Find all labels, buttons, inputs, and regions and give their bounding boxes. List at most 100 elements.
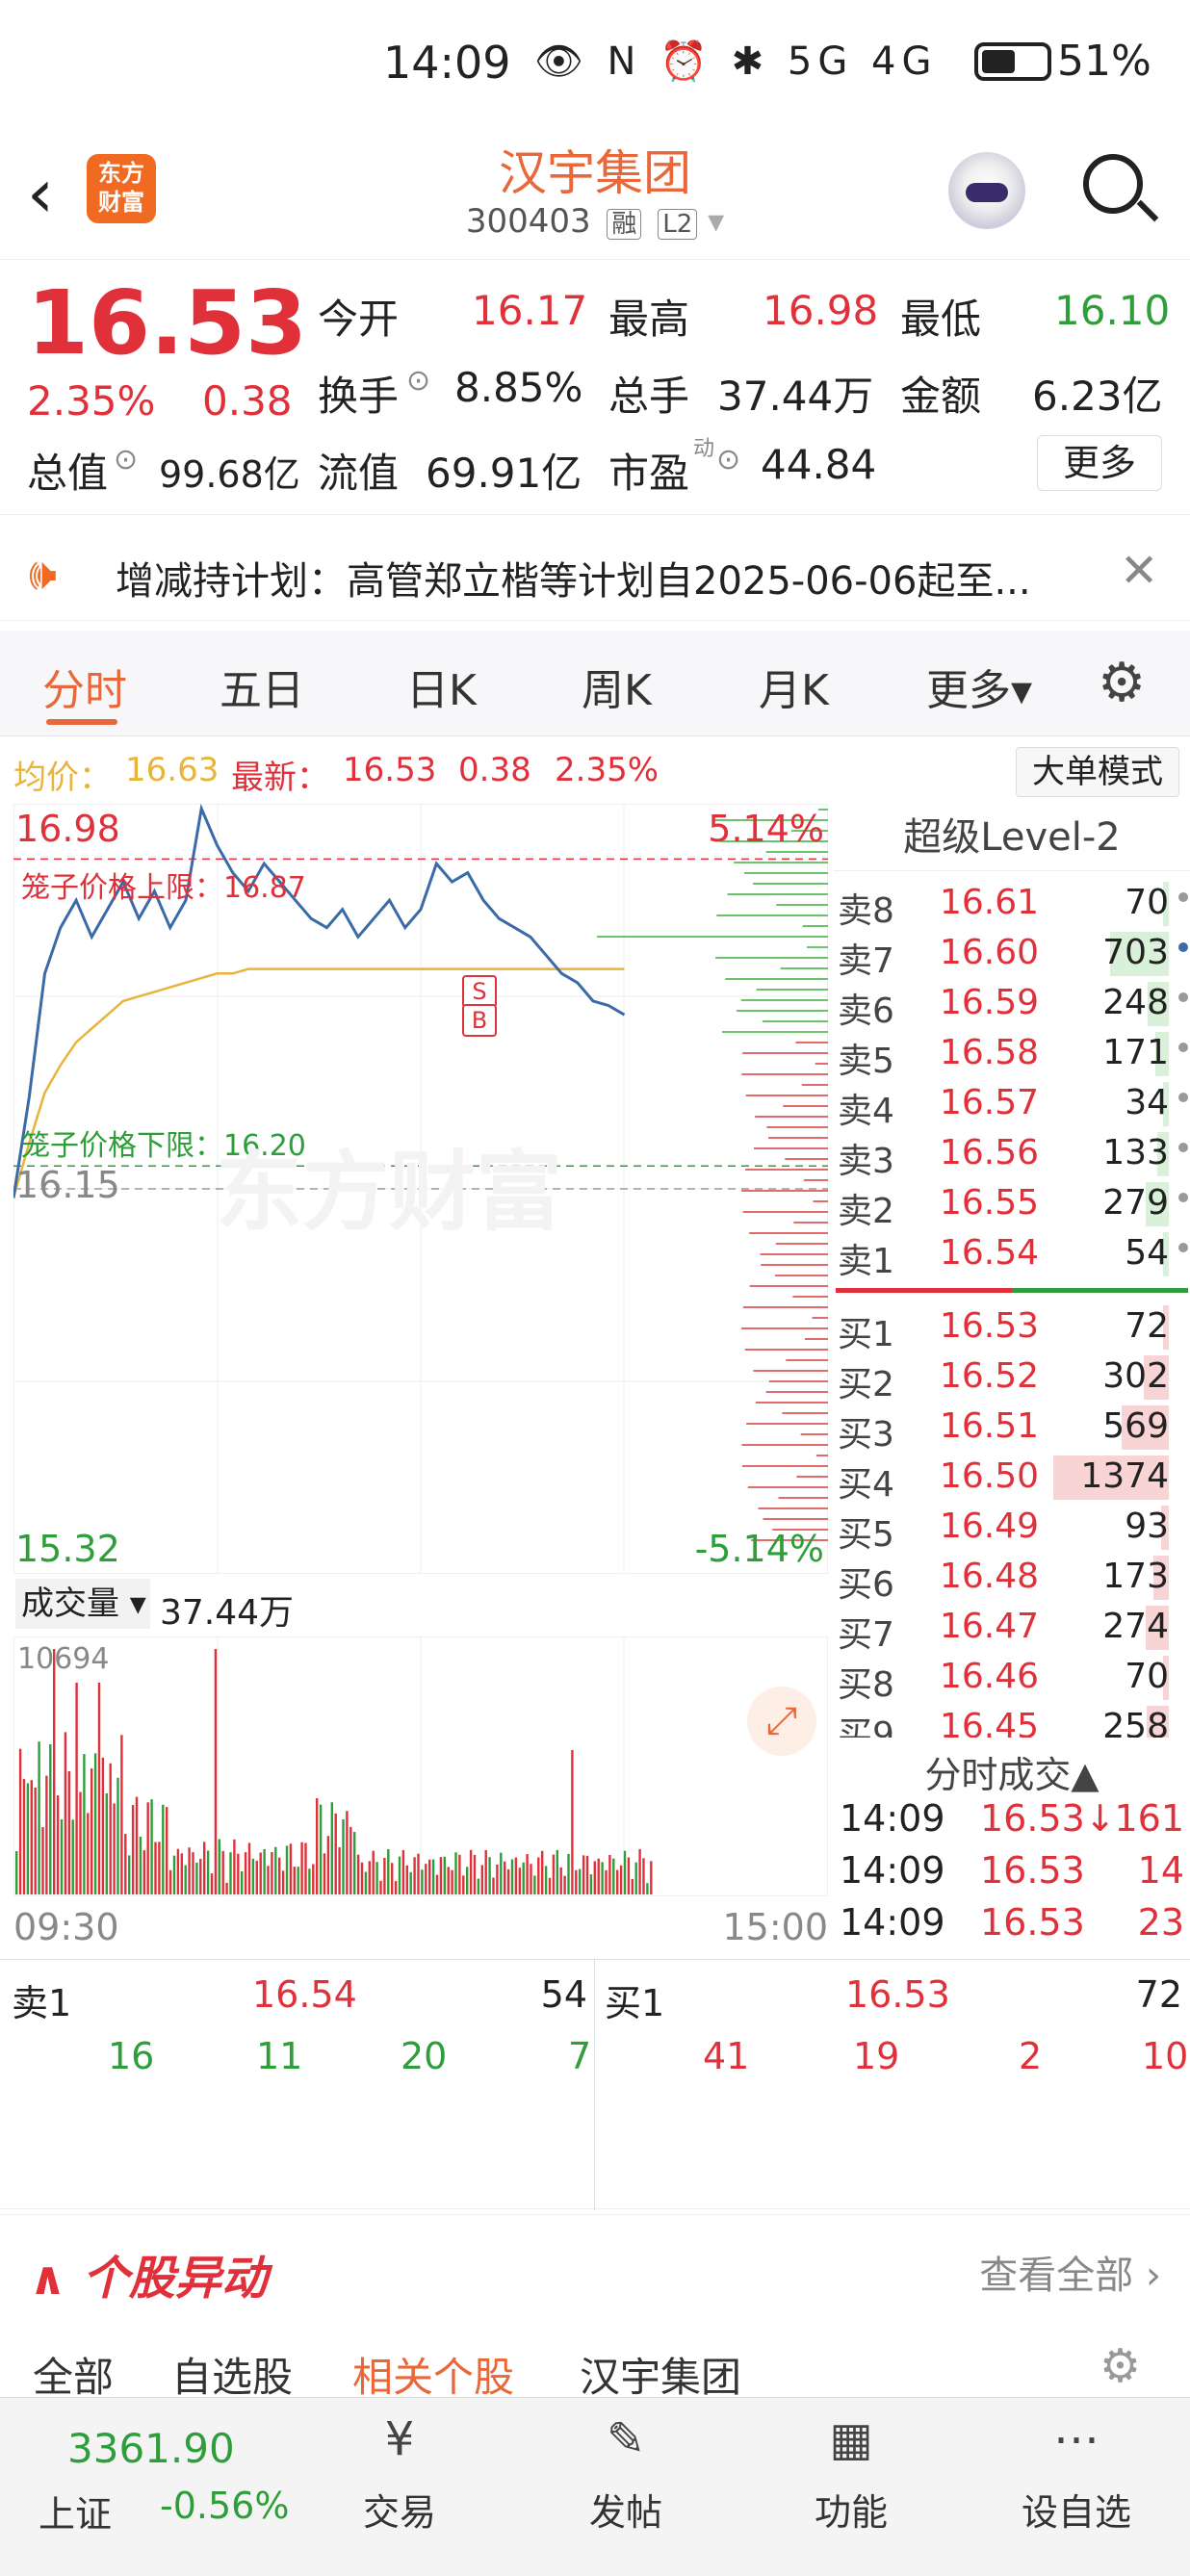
volume-bar [304, 1842, 307, 1894]
sell-marker[interactable]: S [462, 975, 497, 1008]
intraday-chart[interactable]: 16.98 5.14% 笼子价格上限：16.87 笼子价格下限：16.20 16… [12, 803, 829, 1575]
y-ref-label: 16.15 [15, 1164, 120, 1206]
subtab-all[interactable]: 全部 [33, 2345, 114, 2404]
info-icon[interactable]: ⊙ [114, 443, 138, 477]
info-icon[interactable]: ⊙ [406, 364, 430, 398]
more-button[interactable]: 更多 [1037, 435, 1162, 491]
subtab-company[interactable]: 汉宇集团 [580, 2345, 741, 2404]
ask-row[interactable]: 卖3 16.56 133 [834, 1129, 1190, 1181]
ask-row[interactable]: 卖8 16.61 70 [834, 879, 1190, 931]
nav-functions[interactable]: ▦ 功能 [784, 2408, 918, 2536]
close-icon[interactable]: ✕ [1120, 544, 1158, 598]
tick-time: 14:09 [840, 1849, 945, 1892]
gear-icon[interactable]: ⚙ [1099, 2339, 1141, 2393]
volume-bar [184, 1865, 187, 1894]
volume-bar [172, 1855, 176, 1894]
notice-bar[interactable]: 🕪 增减持计划：高管郑立楷等计划自2025-06-06起至... ✕ [0, 525, 1190, 621]
tab-weekly-k[interactable]: 周K [582, 656, 652, 717]
ask-price: 16.59 [940, 983, 1040, 1022]
tick-trades[interactable]: 分时成交▲ 14:09 16.53↓ 161 14:09 16.53 14 14:09 16.… [834, 1738, 1190, 1959]
volume-bar [26, 1783, 30, 1894]
order-book-title[interactable]: 超级Level-2 [834, 804, 1190, 871]
bid-level-label: 买9 [838, 1715, 894, 1738]
bid-row[interactable]: 买9 16.45 258 [834, 1703, 1190, 1738]
gear-icon[interactable]: ⚙ [1098, 652, 1146, 714]
ask-volume: 171 [1102, 1033, 1169, 1072]
depth-bar [725, 978, 828, 980]
tick-price: 16.53 [980, 1901, 1085, 1944]
big-order-mode-button[interactable]: 大单模式 [1016, 747, 1179, 797]
volume-bar [612, 1858, 615, 1894]
buy-marker[interactable]: B [462, 1004, 497, 1037]
bid-row[interactable]: 买3 16.51 569 [834, 1403, 1190, 1455]
depth-bar [815, 1063, 828, 1065]
depth-bar [742, 1306, 828, 1308]
volume-bar [15, 1851, 18, 1894]
volume-bar [391, 1863, 394, 1894]
notice-text[interactable]: 增减持计划：高管郑立楷等计划自2025-06-06起至... [116, 550, 1031, 605]
bid-row[interactable]: 买2 16.52 302 [834, 1352, 1190, 1404]
index-value[interactable]: 3361.90 [67, 2425, 235, 2472]
index-change[interactable]: -0.56% [160, 2485, 289, 2527]
volume-chart-svg [13, 1636, 828, 1896]
bid-row[interactable]: 买5 16.49 93 [834, 1503, 1190, 1555]
volume-bar [214, 1649, 218, 1894]
volume-bar [642, 1858, 645, 1894]
subtab-watchlist[interactable]: 自选股 [171, 2345, 293, 2404]
bid-row[interactable]: 买1 16.53 72 [834, 1302, 1190, 1354]
ask-row[interactable]: 卖7 16.60 703 [834, 929, 1190, 981]
volume-bar [544, 1866, 548, 1894]
dropdown-icon[interactable]: ▾ [708, 202, 724, 241]
volume-bar [124, 1834, 127, 1894]
pe-value: 44.84 [761, 441, 877, 488]
tab-intraday[interactable]: 分时 [42, 656, 127, 717]
bid-row[interactable]: 买4 16.50 1374 [834, 1453, 1190, 1505]
ask-row[interactable]: 卖4 16.57 34 [834, 1079, 1190, 1131]
tab-monthly-k[interactable]: 月K [759, 656, 829, 717]
info-icon[interactable]: ⊙ [716, 443, 740, 477]
tab-daily-k[interactable]: 日K [406, 656, 477, 717]
depth-bar [744, 1349, 828, 1351]
nav-add-watchlist[interactable]: ⋯ 设自选 [1009, 2408, 1144, 2536]
depth-bar [741, 1190, 828, 1192]
search-icon[interactable] [1083, 154, 1159, 222]
volume-bar [368, 1861, 371, 1894]
nav-trade[interactable]: ¥ 交易 [332, 2408, 467, 2536]
view-all-link[interactable]: 查看全部 › [979, 2244, 1161, 2300]
expand-icon[interactable]: ⤢ [747, 1687, 816, 1756]
nav-post[interactable]: ✎ 发帖 [558, 2408, 693, 2536]
bid-volume: 173 [1102, 1557, 1169, 1596]
ask-row[interactable]: 卖2 16.55 279 [834, 1179, 1190, 1231]
bid1-volume: 72 [1135, 1973, 1182, 2016]
index-name[interactable]: 上证 [39, 2485, 112, 2537]
bid-row[interactable]: 买7 16.47 274 [834, 1603, 1190, 1655]
ask-row[interactable]: 卖6 16.59 248 [834, 979, 1190, 1031]
tab-five-day[interactable]: 五日 [220, 656, 304, 717]
tab-more[interactable]: 更多▾ [926, 656, 1032, 717]
ask-level-label: 卖7 [838, 941, 894, 981]
assistant-robot-icon[interactable] [948, 152, 1025, 229]
low-value: 16.10 [1054, 287, 1171, 334]
bid-row[interactable]: 买8 16.46 70 [834, 1653, 1190, 1705]
ask1-volume: 54 [540, 1973, 587, 2016]
pct-high-label: 5.14% [708, 808, 824, 850]
bid-row[interactable]: 买6 16.48 173 [834, 1553, 1190, 1605]
pe-superscript: 动 [693, 437, 715, 461]
volume-selector[interactable]: 成交量 ▾ [15, 1579, 150, 1629]
chevron-up-icon[interactable]: ∧ [29, 2252, 66, 2306]
depth-bar [786, 1359, 828, 1361]
tick-trades-title[interactable]: 分时成交▲ [834, 1745, 1190, 1798]
volume-bar [372, 1850, 375, 1894]
subtab-related[interactable]: 相关个股 [352, 2345, 514, 2404]
volume-bar [168, 1869, 172, 1894]
ask-row[interactable]: 卖1 16.54 54 [834, 1229, 1190, 1281]
volume-chart[interactable]: 成交量 ▾ 37.44万 10694 ⤢ 09:30 15:00 [13, 1579, 828, 1964]
volume-bar [71, 1819, 74, 1894]
bid-volume: 72 [1125, 1306, 1169, 1346]
volume-bar [255, 1861, 258, 1894]
ask-row[interactable]: 卖5 16.58 171 [834, 1029, 1190, 1081]
depth-bar [755, 1402, 828, 1404]
avg-label: 均价： [13, 759, 112, 797]
ask-volume: 703 [1102, 933, 1169, 972]
volume-bar [293, 1867, 296, 1894]
